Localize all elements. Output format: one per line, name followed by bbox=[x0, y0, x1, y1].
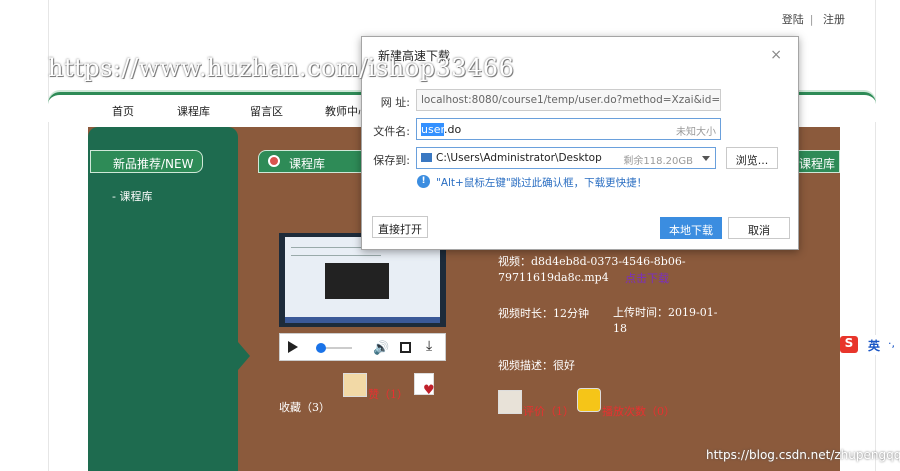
saveto-dropdown[interactable]: C:\Users\Administrator\Desktop 剩余118.20GB bbox=[416, 147, 716, 169]
ime-language: 英 bbox=[868, 339, 881, 353]
chevron-down-icon bbox=[702, 156, 710, 161]
tab-badge-icon bbox=[268, 155, 280, 167]
local-download-button[interactable]: 本地下载 bbox=[660, 217, 722, 239]
likes-count: 赞（1） bbox=[368, 388, 408, 401]
shortcut-tip: "Alt+鼠标左键"跳过此确认框，下载更快捷！ bbox=[436, 177, 648, 189]
download-icon[interactable]: ⤓ bbox=[426, 338, 432, 354]
upload-time: 上传时间：2019-01-18 bbox=[613, 306, 718, 335]
folder-icon bbox=[421, 153, 432, 162]
login-link[interactable]: 登陆 bbox=[779, 13, 807, 26]
csdn-watermark: https://blog.csdn.net/zhupengqq bbox=[706, 448, 900, 462]
cancel-button[interactable]: 取消 bbox=[728, 217, 790, 239]
video-player-controls: 🔊 ⤓ bbox=[279, 333, 446, 361]
nav-item-home[interactable]: 首页 bbox=[112, 103, 134, 119]
info-icon: ! bbox=[417, 175, 430, 188]
like-icon[interactable] bbox=[343, 373, 367, 397]
sidebar-arrow bbox=[238, 342, 250, 370]
sidebar bbox=[88, 127, 238, 471]
url-field[interactable]: localhost:8080/course1/temp/user.do?meth… bbox=[416, 89, 721, 111]
top-links: 登陆 | 注册 bbox=[779, 11, 848, 27]
url-label: 网 址: bbox=[380, 96, 410, 109]
sidebar-item-courses[interactable]: - 课程库 bbox=[112, 188, 152, 204]
filename-extension: .do bbox=[443, 123, 462, 136]
video-terminal-window bbox=[325, 263, 389, 299]
watermark-text: https://www.huzhan.com/ishop33466 bbox=[48, 54, 515, 82]
top-links-separator: | bbox=[809, 13, 814, 26]
sogou-icon: S bbox=[840, 336, 858, 353]
browse-button[interactable]: 浏览... bbox=[726, 147, 778, 169]
video-taskbar bbox=[285, 317, 440, 323]
video-duration: 视频时长：12分钟 bbox=[498, 307, 589, 320]
comment-icon[interactable] bbox=[498, 390, 522, 414]
open-directly-button[interactable]: 直接打开 bbox=[372, 216, 428, 238]
heart-icon: ♥ bbox=[423, 383, 435, 398]
favorites-count: 收藏（3） bbox=[279, 401, 330, 414]
filename-selection: user bbox=[421, 123, 444, 136]
plays-count: 播放次数（0） bbox=[602, 405, 675, 418]
ime-indicator[interactable]: S 英 ·, bbox=[840, 335, 900, 355]
ime-punctuation: ·, bbox=[888, 337, 895, 350]
plays-icon bbox=[577, 388, 601, 412]
sidebar-title: 新品推荐/NEW bbox=[90, 150, 203, 173]
close-icon[interactable]: × bbox=[770, 47, 782, 63]
progress-handle[interactable] bbox=[316, 343, 326, 353]
free-space: 剩余118.20GB bbox=[623, 156, 693, 167]
video-description: 视频描述：很好 bbox=[498, 359, 575, 372]
nav-item-messages[interactable]: 留言区 bbox=[250, 103, 283, 119]
right-tab[interactable]: 课程库 bbox=[794, 150, 840, 173]
fullscreen-icon[interactable] bbox=[400, 342, 411, 353]
video-detail-line bbox=[291, 255, 381, 256]
download-link[interactable]: 点击下载 bbox=[625, 270, 669, 286]
nav-item-courses[interactable]: 课程库 bbox=[177, 103, 210, 119]
play-icon[interactable] bbox=[288, 341, 298, 353]
filename-label: 文件名: bbox=[373, 125, 410, 138]
filesize-hint: 未知大小 bbox=[676, 127, 716, 138]
filename-field[interactable]: user.do 未知大小 bbox=[416, 118, 721, 140]
saveto-label: 保存到: bbox=[373, 154, 410, 167]
register-link[interactable]: 注册 bbox=[820, 13, 848, 26]
saveto-path: C:\Users\Administrator\Desktop bbox=[436, 152, 602, 164]
comments-count: 评价（1） bbox=[523, 405, 574, 418]
volume-icon[interactable]: 🔊 bbox=[373, 341, 389, 356]
